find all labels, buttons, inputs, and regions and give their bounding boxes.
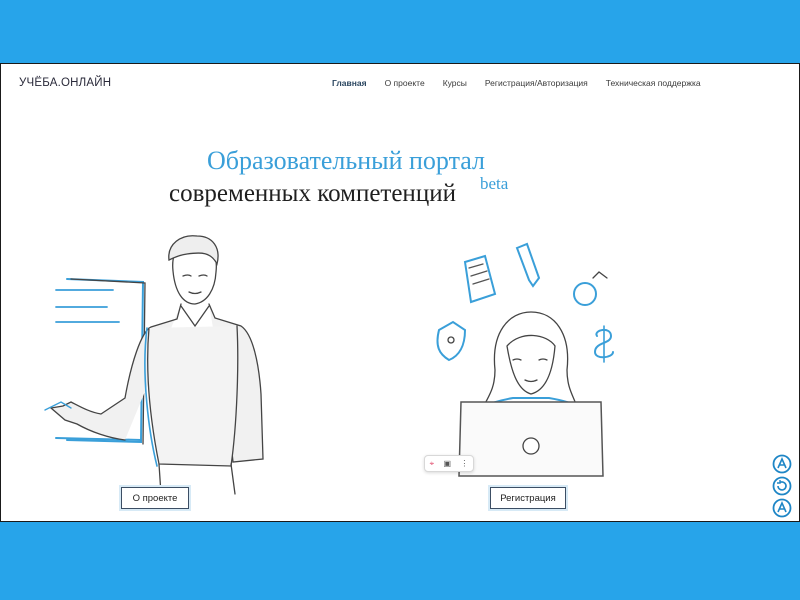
camera-icon[interactable]: ▣ <box>443 459 451 468</box>
register-button[interactable]: Регистрация <box>490 487 566 509</box>
student-illustration <box>436 242 614 477</box>
font-size-icon[interactable] <box>772 454 792 474</box>
accessibility-icon[interactable] <box>772 498 792 518</box>
browser-page: УЧЁБА.ОНЛАЙН Главная О проекте Курсы Рег… <box>0 63 800 522</box>
select-icon[interactable]: ⌖ <box>430 459 435 469</box>
floating-image-toolbar[interactable]: ⌖ ▣ ⋮ <box>424 455 474 472</box>
reset-icon[interactable] <box>772 476 792 496</box>
more-options-icon[interactable]: ⋮ <box>460 459 468 468</box>
about-button[interactable]: О проекте <box>121 487 189 509</box>
